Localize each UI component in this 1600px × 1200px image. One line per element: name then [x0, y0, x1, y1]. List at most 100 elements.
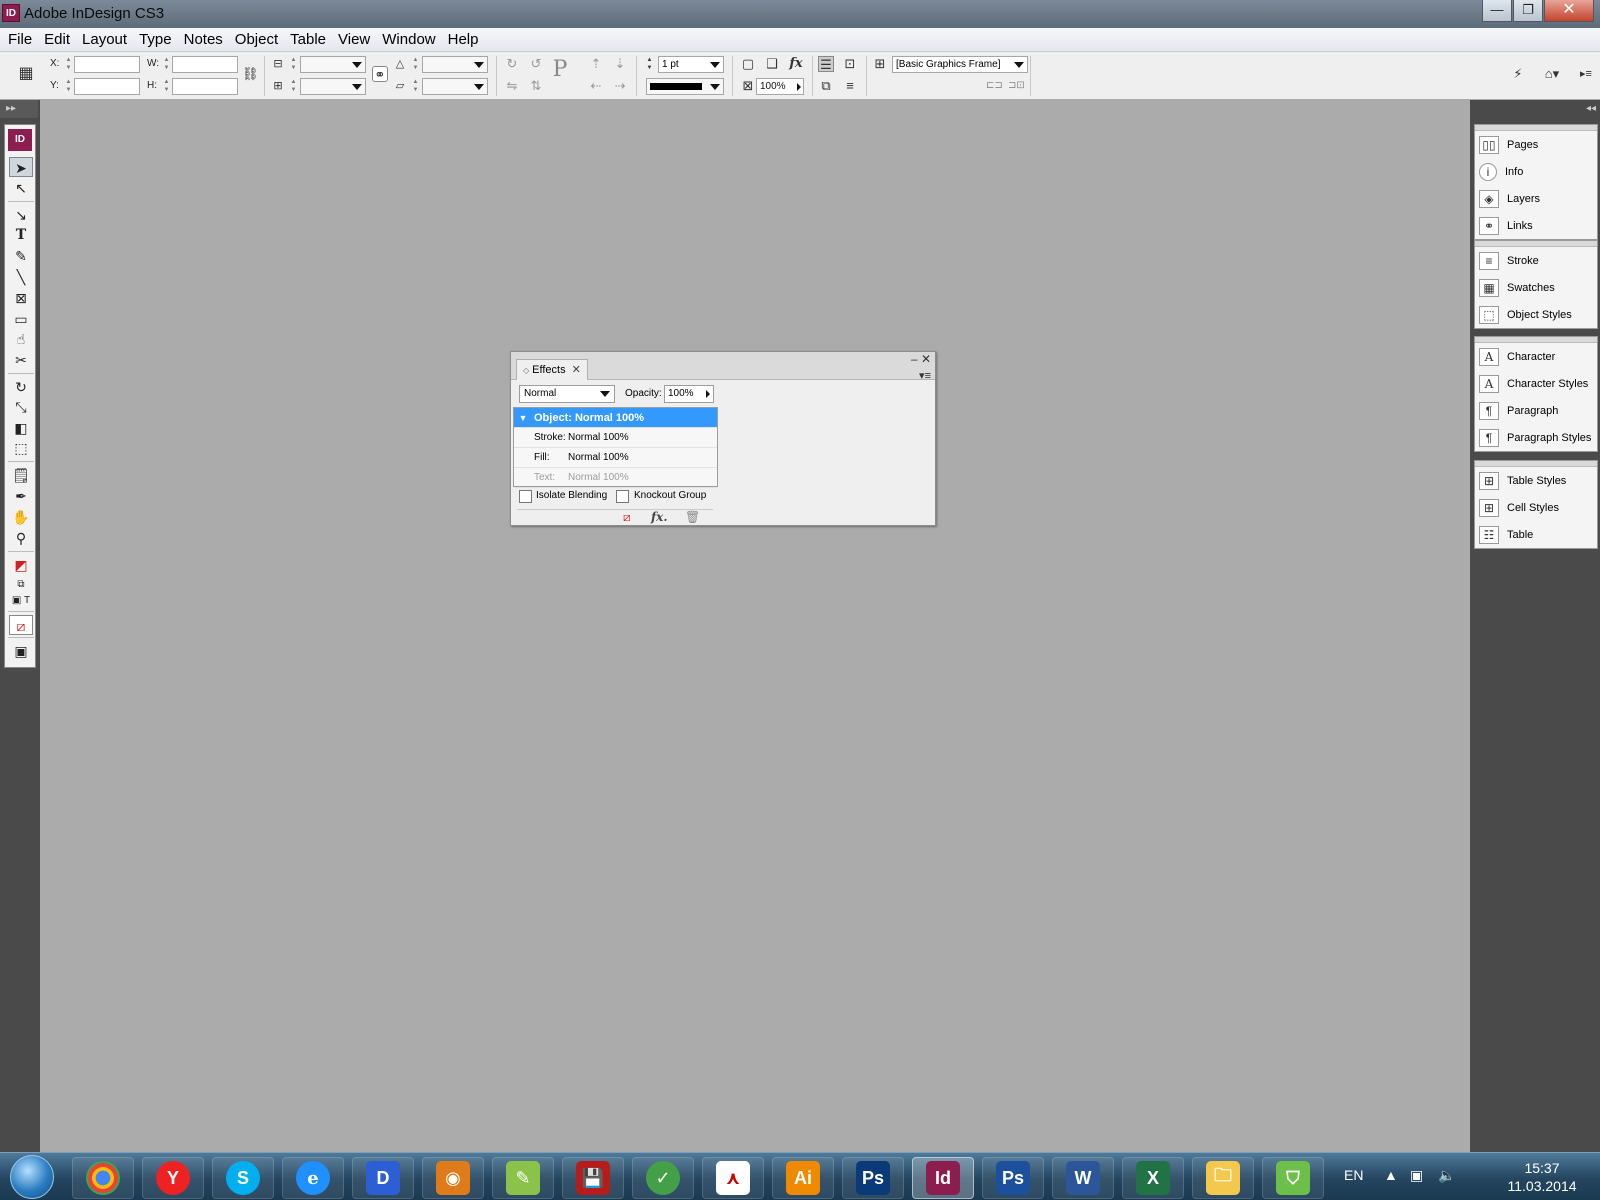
text-wrap-shape-icon[interactable]: ⧉	[818, 78, 834, 94]
start-button[interactable]	[10, 1155, 54, 1199]
knockout-group-checkbox[interactable]	[616, 490, 629, 503]
dock-collapse-bar[interactable]: ◂◂	[1470, 100, 1600, 118]
note-tool-icon[interactable]: 🗒	[9, 465, 33, 485]
fx-effects-icon[interactable]: fx	[788, 56, 804, 72]
quick-apply-icon[interactable]: ⚡	[1510, 66, 1526, 82]
pencil-tool-icon[interactable]: ✎	[9, 246, 33, 266]
opacity-slider-arrow-icon[interactable]	[706, 390, 710, 398]
clock[interactable]: 15:37 11.03.2014	[1502, 1159, 1582, 1195]
panel-paragraph-styles[interactable]: ¶ Paragraph Styles	[1475, 424, 1597, 451]
zoom-tool-icon[interactable]: ⚲	[9, 528, 33, 548]
menu-file[interactable]: File	[2, 31, 38, 48]
indesign-app-icon[interactable]: ID	[2, 4, 20, 22]
minimize-button[interactable]: —	[1482, 0, 1512, 22]
text-wrap-bbox-icon[interactable]: ⊡	[842, 56, 858, 72]
scale-y-dropdown[interactable]	[300, 78, 366, 95]
free-transform-tool-icon[interactable]: ⬚	[9, 438, 33, 458]
y-spinner[interactable]: ▲ ▼	[65, 78, 72, 95]
w-spinner[interactable]: ▲ ▼	[163, 56, 170, 73]
close-button[interactable]: ✕	[1544, 0, 1594, 22]
width-field[interactable]	[172, 56, 238, 73]
delete-effect-icon[interactable]: 🗑	[685, 510, 700, 524]
panel-character[interactable]: A Character	[1475, 343, 1597, 370]
hand-tool-icon[interactable]: ✋	[9, 507, 33, 527]
shear-spinner[interactable]: ▲ ▼	[412, 78, 419, 95]
select-content-icon[interactable]: ⇣	[612, 56, 628, 72]
shear-dropdown[interactable]	[422, 78, 488, 95]
panel-table[interactable]: ☷ Table	[1475, 521, 1597, 548]
flip-v-icon[interactable]: ⇅	[528, 78, 544, 94]
taskbar-adobe-reader[interactable]: ⋏	[702, 1157, 764, 1199]
formatting-affects-icon[interactable]: ▣ T	[9, 591, 33, 611]
selection-tool-icon[interactable]: ➤	[9, 157, 33, 177]
height-field[interactable]	[172, 78, 238, 95]
taskbar-evernote[interactable]: ✓	[632, 1157, 694, 1199]
panel-object-styles[interactable]: ⬚ Object Styles	[1475, 301, 1597, 328]
tab-effects[interactable]: ◇ Effects ✕	[516, 359, 588, 380]
select-previous-icon[interactable]: ⇠	[588, 78, 604, 94]
rotation-dropdown[interactable]	[422, 56, 488, 73]
panel-stroke[interactable]: ≡ Stroke	[1475, 247, 1597, 274]
select-container-icon[interactable]: ⇡	[588, 56, 604, 72]
text-wrap-none-icon[interactable]: ☰	[818, 56, 834, 72]
close-panel-icon[interactable]: ✕	[921, 352, 931, 366]
scale-x-spinner[interactable]: ▲ ▼	[290, 56, 297, 73]
taskbar-internet-explorer[interactable]: e	[282, 1157, 344, 1199]
taskbar-illustrator[interactable]: Ai	[772, 1157, 834, 1199]
taskbar-chrome[interactable]	[72, 1157, 134, 1199]
control-panel-menu-icon[interactable]: ▸≡	[1576, 66, 1596, 82]
taskbar-excel[interactable]: X	[1122, 1157, 1184, 1199]
taskbar-photoshop-2[interactable]: Ps	[982, 1157, 1044, 1199]
panel-paragraph[interactable]: ¶ Paragraph	[1475, 397, 1597, 424]
bridge-icon[interactable]: ⌂▾	[1540, 66, 1564, 82]
x-position-field[interactable]	[74, 56, 140, 73]
close-tab-icon[interactable]: ✕	[572, 364, 581, 376]
panel-pages[interactable]: ▯▯ Pages	[1475, 131, 1597, 158]
taskbar-yandex[interactable]: Y	[142, 1157, 204, 1199]
taskbar-skype[interactable]: S	[212, 1157, 274, 1199]
flip-h-icon[interactable]: ⇋	[504, 78, 520, 94]
stroke-type-dropdown[interactable]	[646, 78, 724, 95]
line-tool-icon[interactable]: ╲	[9, 267, 33, 287]
target-fill-row[interactable]: Fill: Normal 100%	[514, 448, 717, 468]
target-object-row[interactable]: ▼ Object: Normal 100%	[514, 408, 717, 428]
y-position-field[interactable]	[74, 78, 140, 95]
toolbox-collapse-bar[interactable]: ▸▸	[0, 100, 38, 118]
menu-help[interactable]: Help	[442, 31, 485, 48]
scissors-tool-icon[interactable]: ✂	[9, 350, 33, 370]
drop-shadow-icon[interactable]: ❑	[764, 56, 780, 72]
taskbar-shop[interactable]: ⛉	[1262, 1157, 1324, 1199]
menu-window[interactable]: Window	[376, 31, 441, 48]
corner-options-icon[interactable]: ▢	[740, 56, 756, 72]
constrain-proportions-icon[interactable]: ⛓	[242, 66, 259, 82]
panel-character-styles[interactable]: A Character Styles	[1475, 370, 1597, 397]
scale-tool-icon[interactable]: ⤡	[9, 397, 33, 417]
taskbar-word[interactable]: W	[1052, 1157, 1114, 1199]
panel-info[interactable]: i Info	[1475, 158, 1597, 185]
rotate-ccw-icon[interactable]: ↺	[528, 56, 544, 72]
rotate-spinner[interactable]: ▲ ▼	[412, 56, 419, 73]
rotate-cw-icon[interactable]: ↻	[504, 56, 520, 72]
rotate-tool-icon[interactable]: ↻	[9, 377, 33, 397]
rectangle-frame-tool-icon[interactable]: ⊠	[9, 288, 33, 308]
x-spinner[interactable]: ▲ ▼	[65, 56, 72, 73]
clear-attributes-icon[interactable]: ⊐⊡	[1008, 78, 1025, 94]
fill-stroke-swatch-icon[interactable]: ◩	[9, 555, 33, 575]
clear-overrides-icon[interactable]: ⊏⊐	[986, 78, 1003, 94]
target-stroke-row[interactable]: Stroke: Normal 100%	[514, 428, 717, 448]
taskbar-green-app[interactable]: ✎	[492, 1157, 554, 1199]
panel-layers[interactable]: ◈ Layers	[1475, 185, 1597, 212]
panel-menu-icon[interactable]: ▾≡	[919, 369, 931, 382]
effects-panel-header[interactable]: ◇ Effects ✕ – ✕ ▾≡	[511, 352, 935, 382]
rectangle-tool-icon[interactable]: ▭	[9, 309, 33, 329]
volume-icon[interactable]: 🔈	[1438, 1167, 1455, 1184]
menu-view[interactable]: View	[332, 31, 376, 48]
taskbar-explorer[interactable]: 🗀	[1192, 1157, 1254, 1199]
isolate-blending-checkbox[interactable]	[519, 490, 532, 503]
gradient-tool-icon[interactable]: ◧	[9, 418, 33, 438]
show-hidden-icons-icon[interactable]: ▲	[1384, 1167, 1398, 1183]
panel-table-styles[interactable]: ⊞ Table Styles	[1475, 467, 1597, 494]
language-indicator[interactable]: EN	[1344, 1167, 1363, 1183]
menu-layout[interactable]: Layout	[76, 31, 133, 48]
clear-effects-icon[interactable]: ⧄	[623, 510, 631, 525]
